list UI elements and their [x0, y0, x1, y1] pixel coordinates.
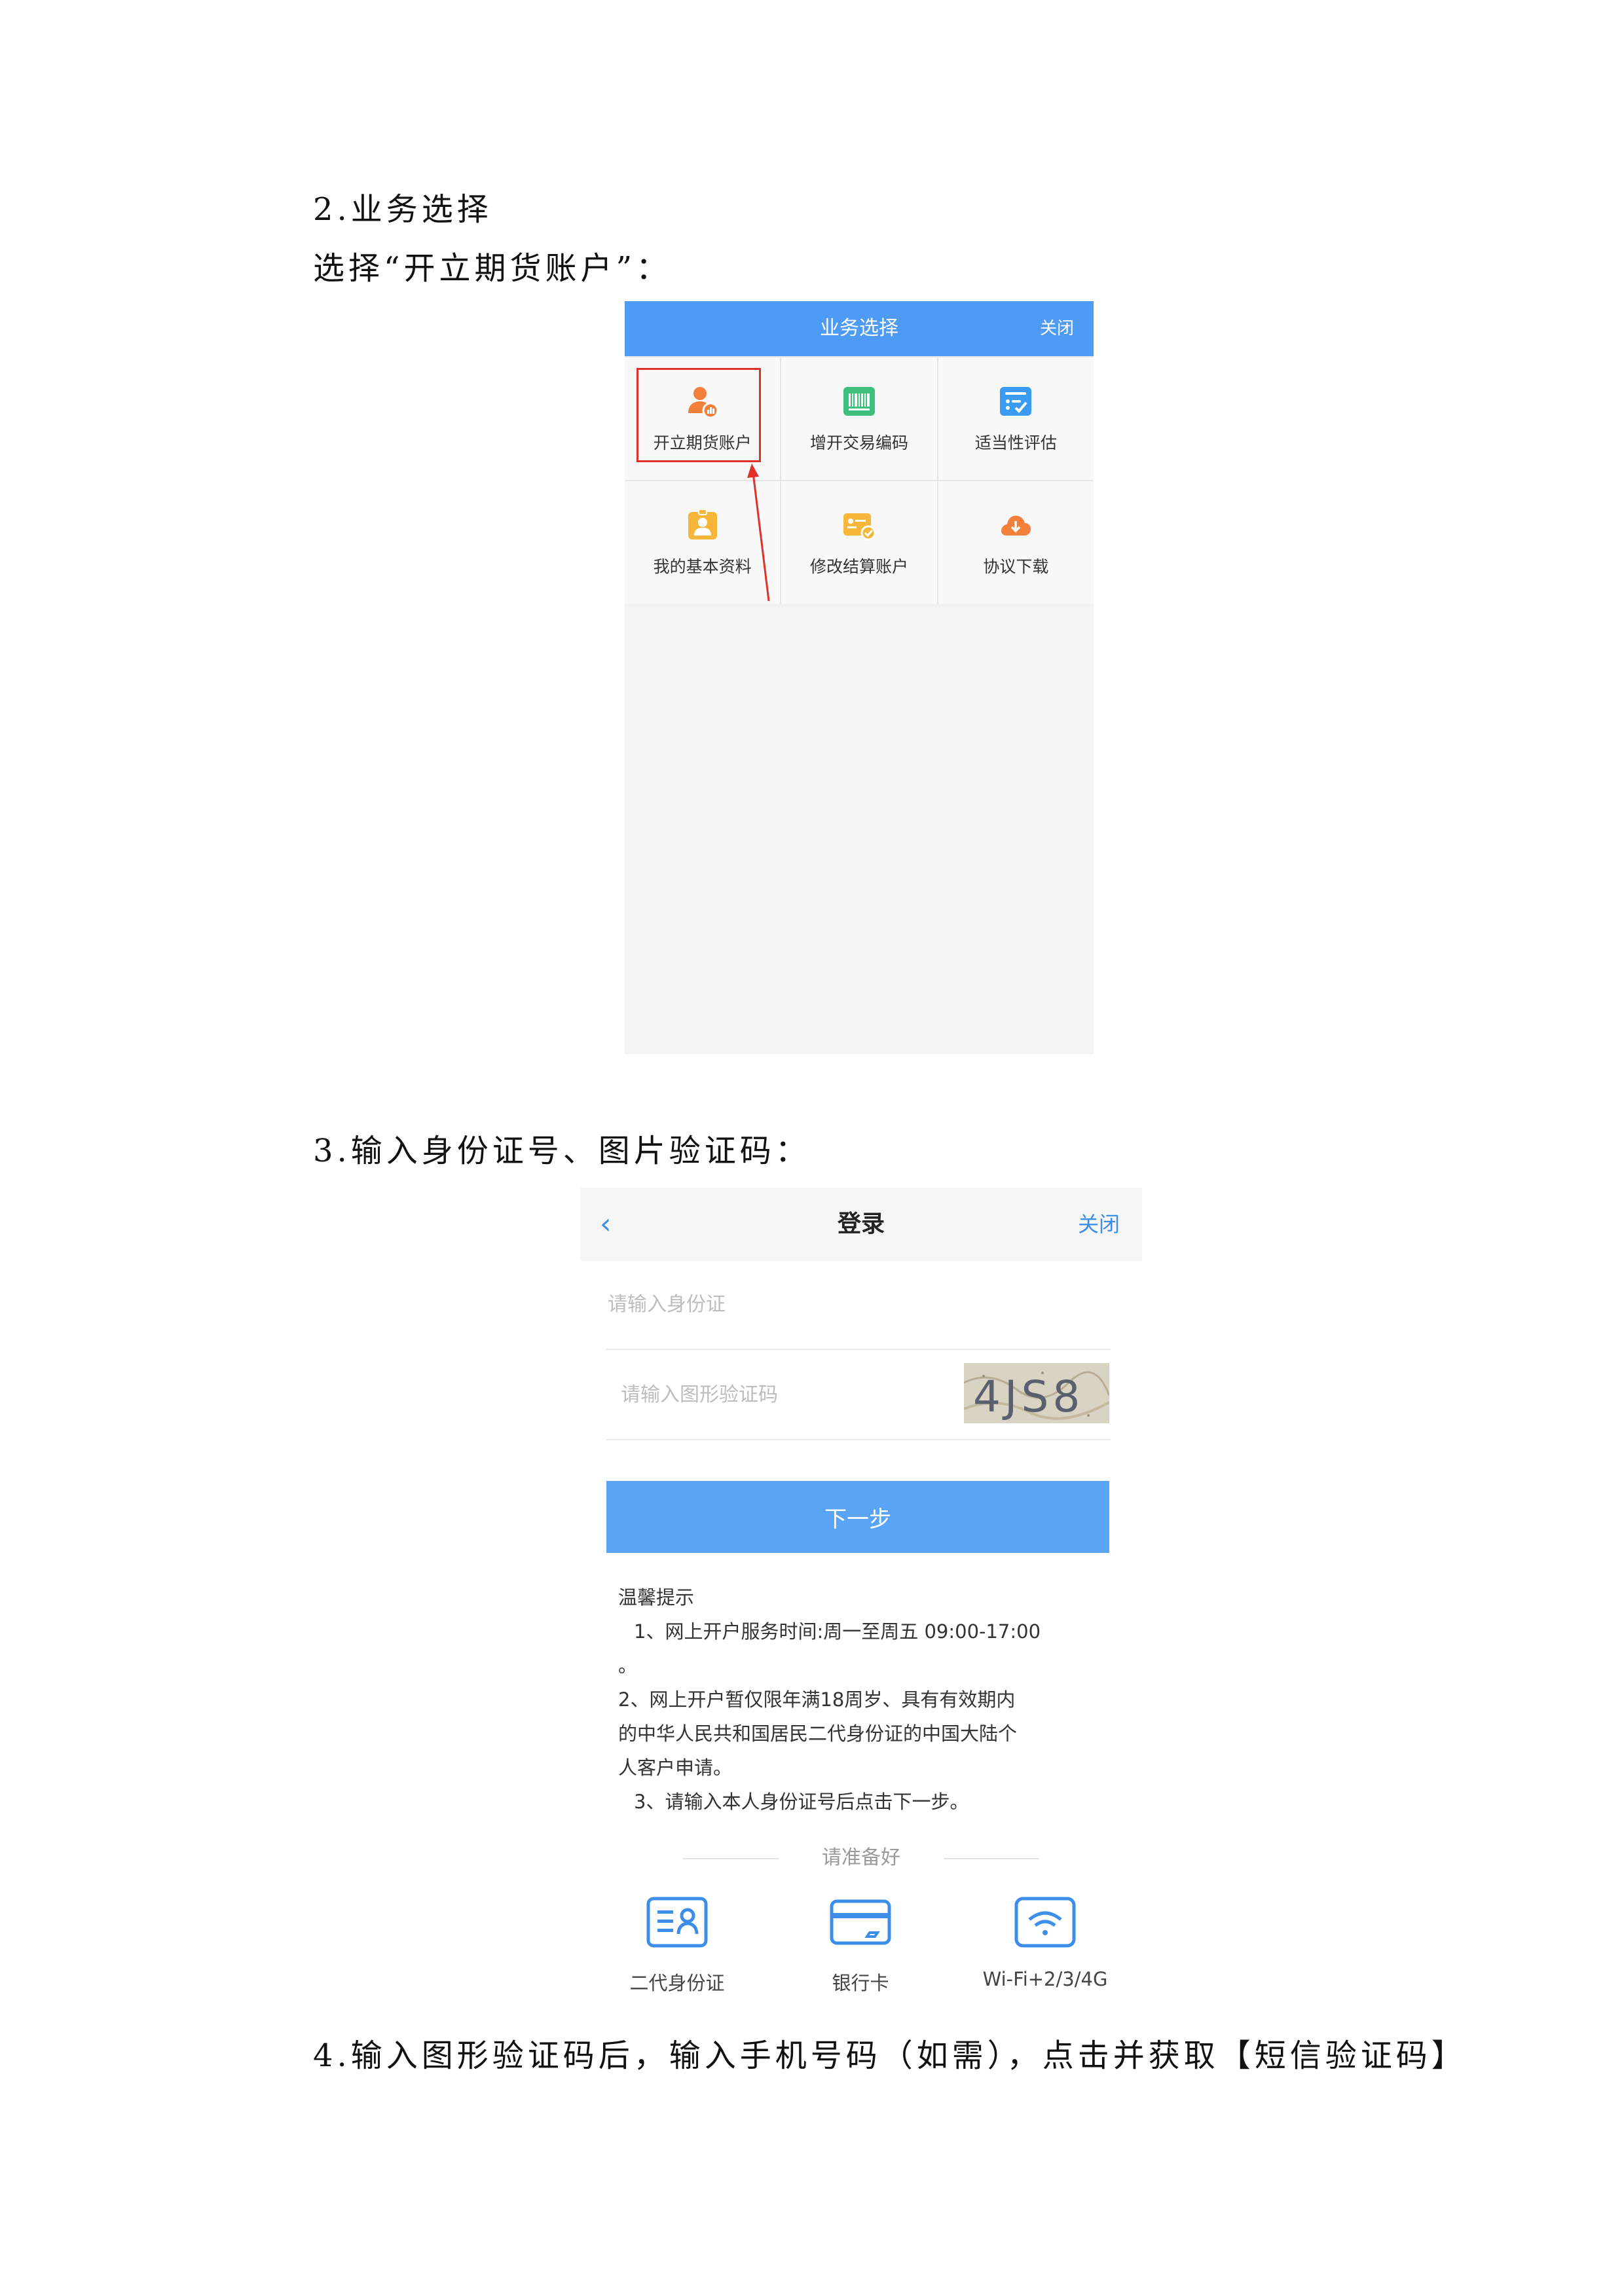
wifi-icon	[1014, 1897, 1076, 1948]
captcha-image[interactable]: 4JS8	[964, 1363, 1109, 1423]
step2-heading: 2.业务选择	[313, 191, 492, 228]
id-number-field	[606, 1261, 1111, 1350]
step3-heading: 3.输入身份证号、图片验证码：	[313, 1133, 811, 1169]
login-header: ‹ 登录 关闭	[580, 1188, 1142, 1261]
prepare-item-id-card: 二代身份证	[599, 1895, 756, 1995]
prepare-item-network: Wi-Fi+2/3/4G	[967, 1895, 1124, 1990]
tip-line: 。	[618, 1654, 638, 1677]
tips-section: 温馨提示 1、网上开户服务时间:周一至周五 09:00-17:00 。 2、网上…	[618, 1580, 1116, 1819]
business-grid: 开立期货账户 增开交易编码 适当性评估 我的基本资料 修改结算账户 协议下载	[625, 356, 1094, 604]
tip-line: 2、网上开户暂仅限年满18周岁、具有有效期内	[618, 1688, 1016, 1711]
tile-open-futures-account[interactable]: 开立期货账户	[625, 357, 781, 480]
tip-line: 3、请输入本人身份证号后点击下一步。	[634, 1791, 969, 1813]
tile-label: 修改结算账户	[809, 556, 908, 576]
login-screenshot: ‹ 登录 关闭 4JS8 下一步 温馨提示 1、网上开户服务时间:周一至周五 0…	[580, 1188, 1142, 2013]
business-select-header: 业务选择 关闭	[625, 301, 1094, 356]
tile-label: 协议下载	[983, 556, 1049, 576]
tip-line: 人客户申请。	[618, 1757, 733, 1779]
tile-suitability-assessment[interactable]: 适当性评估	[938, 357, 1094, 480]
tile-my-basic-info[interactable]: 我的基本资料	[625, 481, 781, 604]
card-check-icon	[843, 513, 876, 540]
tile-label: 增开交易编码	[809, 433, 908, 452]
business-select-screenshot: 业务选择 关闭 开立期货账户 增开交易编码 适当性评估 我的基本资料 修改结算账…	[625, 301, 1094, 1054]
captcha-input[interactable]	[619, 1383, 950, 1407]
barcode-icon	[843, 386, 875, 416]
step4-heading: 4.输入图形验证码后，输入手机号码（如需），点击并获取【短信验证码】	[313, 2037, 1467, 2074]
close-button[interactable]: 关闭	[1040, 301, 1074, 356]
id-badge-icon	[688, 508, 717, 539]
captcha-field: 4JS8	[606, 1350, 1111, 1440]
login-title: 登录	[837, 1211, 885, 1237]
prepare-item-label: 二代身份证	[629, 1972, 725, 1994]
tip-line: 的中华人民共和国居民二代身份证的中国大陆个	[618, 1722, 1018, 1745]
divider-line	[683, 1857, 779, 1859]
svg-text:4JS8: 4JS8	[973, 1372, 1084, 1422]
id-card-icon	[646, 1897, 708, 1948]
divider-line	[944, 1857, 1039, 1859]
prepare-item-label: 银行卡	[832, 1972, 889, 1994]
tile-label: 我的基本资料	[653, 556, 752, 576]
prepare-item-label: Wi-Fi+2/3/4G	[982, 1968, 1108, 1990]
cloud-download-icon	[1001, 515, 1031, 536]
tile-agreement-download[interactable]: 协议下载	[938, 481, 1094, 604]
tips-title: 温馨提示	[618, 1586, 695, 1609]
red-highlight-box	[637, 368, 761, 462]
tile-label: 适当性评估	[974, 433, 1057, 452]
prepare-divider: 请准备好	[580, 1841, 1142, 1870]
step2-instruction: 选择“开立期货账户”：	[313, 250, 672, 287]
prepare-item-bank-card: 银行卡	[782, 1895, 939, 1995]
checklist-icon	[1000, 386, 1032, 416]
tile-modify-settlement-account[interactable]: 修改结算账户	[781, 481, 937, 604]
close-button[interactable]: 关闭	[1078, 1188, 1120, 1261]
bank-card-icon	[830, 1899, 891, 1945]
next-step-button[interactable]: 下一步	[606, 1481, 1109, 1553]
prepare-label: 请准备好	[822, 1846, 900, 1869]
id-number-input[interactable]	[606, 1292, 936, 1317]
business-select-title: 业务选择	[820, 317, 898, 340]
tile-add-trading-code[interactable]: 增开交易编码	[781, 357, 937, 480]
tip-line: 1、网上开户服务时间:周一至周五 09:00-17:00	[634, 1620, 1041, 1643]
